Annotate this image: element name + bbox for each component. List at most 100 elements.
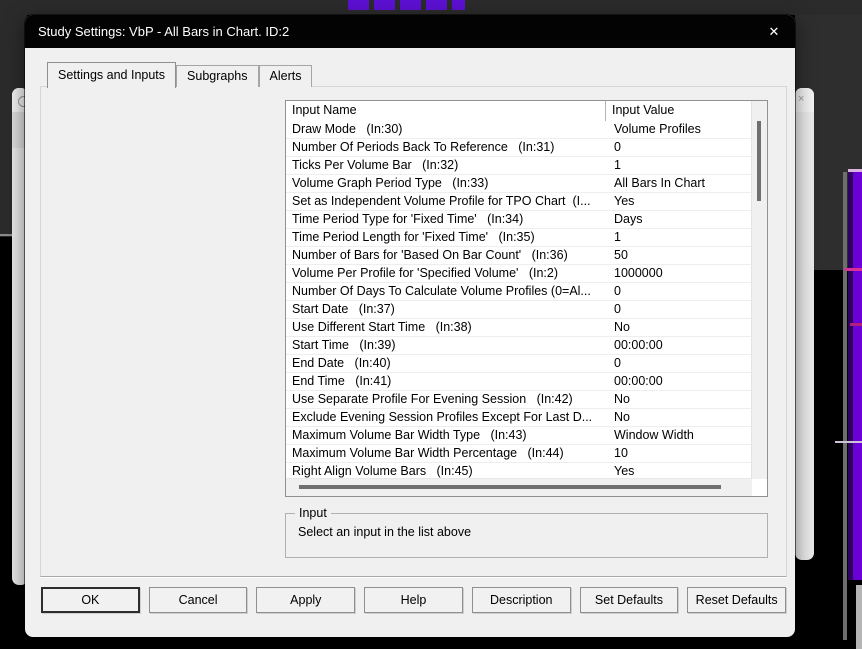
input-value-cell: Days	[614, 212, 643, 226]
table-row[interactable]: Ticks Per Volume Bar (In:32) 1	[286, 157, 752, 175]
table-row[interactable]: Volume Graph Period Type (In:33) All Bars…	[286, 175, 752, 193]
background-chart-bar-cap	[848, 169, 862, 172]
cancel-button[interactable]: Cancel	[148, 587, 248, 613]
input-value-cell: 10	[614, 446, 628, 460]
desktop-background: { "window": { "title": "Study Settings: …	[0, 0, 862, 649]
set-defaults-button[interactable]: Set Defaults	[579, 587, 679, 613]
input-name-cell: Volume Graph Period Type (In:33)	[292, 176, 489, 190]
table-row[interactable]: Number Of Periods Back To Reference (In:…	[286, 139, 752, 157]
input-name-cell: End Date (In:40)	[292, 356, 391, 370]
table-row[interactable]: Volume Per Profile for 'Specified Volume…	[286, 265, 752, 283]
input-value-cell: No	[614, 410, 630, 424]
input-value-cell: 00:00:00	[614, 374, 663, 388]
reset-defaults-button[interactable]: Reset Defaults	[687, 587, 787, 613]
description-button[interactable]: Description	[471, 587, 571, 613]
column-header-input-value[interactable]: Input Value	[606, 101, 767, 121]
purple-square	[426, 0, 447, 10]
dialog-button-row: OK Cancel Apply Help Description Set Defaults…	[41, 587, 787, 613]
table-row[interactable]: Use Different Start Time (In:38) No	[286, 319, 752, 337]
input-name-cell: Time Period Type for 'Fixed Time' (In:34…	[292, 212, 524, 226]
input-value-cell: Volume Profiles	[614, 122, 701, 136]
input-name-cell: Draw Mode (In:30)	[292, 122, 403, 136]
purple-square	[400, 0, 421, 10]
horizontal-scrollbar-thumb[interactable]	[299, 485, 721, 489]
tab-settings-and-inputs[interactable]: Settings and Inputs	[47, 62, 177, 88]
column-header-input-name[interactable]: Input Name	[286, 101, 606, 121]
close-button[interactable]: ✕	[753, 15, 795, 48]
input-name-cell: Use Separate Profile For Evening Session…	[292, 392, 573, 406]
input-name-cell: Ticks Per Volume Bar (In:32)	[292, 158, 459, 172]
purple-square	[452, 0, 465, 10]
table-row[interactable]: Maximum Volume Bar Width Type (In:43) Win…	[286, 427, 752, 445]
dialog-title: Study Settings: VbP - All Bars in Chart.…	[38, 24, 290, 39]
close-icon: ✕	[768, 23, 780, 39]
input-value-cell: 1000000	[614, 266, 663, 280]
background-chart-magenta-dash	[850, 323, 862, 326]
input-value-cell: No	[614, 392, 630, 406]
input-value-cell: Yes	[614, 194, 635, 208]
table-row[interactable]: Use Separate Profile For Evening Session…	[286, 391, 752, 409]
table-row[interactable]: Exclude Evening Session Profiles Except …	[286, 409, 752, 427]
background-purple-squares	[348, 0, 465, 10]
input-value-cell: Window Width	[614, 428, 694, 442]
background-chart-magenta-dash	[845, 268, 862, 271]
input-name-cell: End Time (In:41)	[292, 374, 392, 388]
input-groupbox-label: Input	[295, 506, 331, 520]
tab-alerts[interactable]: Alerts	[258, 65, 313, 87]
input-value-cell: 50	[614, 248, 628, 262]
input-name-cell: Maximum Volume Bar Width Type (In:43)	[292, 428, 527, 442]
inputs-table: Input Name Input Value Draw Mode (In:30)…	[285, 100, 768, 497]
input-value-cell: No	[614, 320, 630, 334]
background-close-icon: ×	[798, 93, 805, 105]
table-row[interactable]: Set as Independent Volume Profile for TP…	[286, 193, 752, 211]
input-value-cell: All Bars In Chart	[614, 176, 706, 190]
purple-square	[348, 0, 369, 10]
table-row[interactable]: End Date (In:40) 0	[286, 355, 752, 373]
input-name-cell: Time Period Length for 'Fixed Time' (In:…	[292, 230, 535, 244]
table-row[interactable]: Maximum Volume Bar Width Percentage (In:…	[286, 445, 752, 463]
input-name-cell: Number of Bars for 'Based On Bar Count' …	[292, 248, 568, 262]
input-value-cell: Yes	[614, 464, 635, 478]
dialog-title-bar[interactable]: Study Settings: VbP - All Bars in Chart.…	[25, 15, 795, 48]
table-row[interactable]: Draw Mode (In:30) Volume Profiles	[286, 121, 752, 139]
input-value-cell: 0	[614, 284, 621, 298]
input-name-cell: Exclude Evening Session Profiles Except …	[292, 410, 593, 424]
input-name-cell: Right Align Volume Bars (In:45)	[292, 464, 473, 478]
input-value-cell: 00:00:00	[614, 338, 663, 352]
input-value-cell: 1	[614, 230, 621, 244]
background-chart-purple-bar	[848, 172, 862, 580]
inputs-table-body: Draw Mode (In:30) Volume Profiles Number O…	[286, 121, 752, 479]
table-row[interactable]: Time Period Type for 'Fixed Time' (In:34…	[286, 211, 752, 229]
horizontal-scrollbar[interactable]	[286, 478, 752, 496]
inputs-table-header[interactable]: Input Name Input Value	[286, 101, 767, 122]
table-row[interactable]: Number Of Days To Calculate Volume Profi…	[286, 283, 752, 301]
input-value-cell: 0	[614, 356, 621, 370]
table-row[interactable]: Start Date (In:37) 0	[286, 301, 752, 319]
table-row[interactable]: Right Align Volume Bars (In:45) Yes	[286, 463, 752, 479]
background-window-right: ×	[795, 88, 814, 560]
apply-button[interactable]: Apply	[256, 587, 356, 613]
input-value-cell: 1	[614, 158, 621, 172]
input-name-cell: Maximum Volume Bar Width Percentage (In:…	[292, 446, 564, 460]
background-window-right-header: ×	[795, 88, 814, 112]
input-name-cell: Set as Independent Volume Profile for TP…	[292, 194, 591, 208]
table-row[interactable]: Time Period Length for 'Fixed Time' (In:…	[286, 229, 752, 247]
background-chart-line	[835, 441, 862, 443]
vertical-scrollbar-thumb[interactable]	[757, 121, 761, 201]
ok-button[interactable]: OK	[41, 587, 140, 613]
input-name-cell: Start Date (In:37)	[292, 302, 395, 316]
vertical-scrollbar[interactable]	[751, 101, 767, 479]
tab-bar: Settings and Inputs Subgraphs Alerts	[47, 61, 313, 88]
input-name-cell: Start Time (In:39)	[292, 338, 396, 352]
background-chart-gridline	[843, 172, 847, 640]
input-name-cell: Number Of Periods Back To Reference (In:…	[292, 140, 555, 154]
table-row[interactable]: End Time (In:41) 00:00:00	[286, 373, 752, 391]
table-row[interactable]: Number of Bars for 'Based On Bar Count' …	[286, 247, 752, 265]
tab-subgraphs[interactable]: Subgraphs	[176, 65, 259, 87]
help-button[interactable]: Help	[364, 587, 463, 613]
input-value-cell: 0	[614, 302, 621, 316]
input-groupbox: Input Select an input in the list above	[285, 506, 768, 558]
input-name-cell: Number Of Days To Calculate Volume Profi…	[292, 284, 591, 298]
input-value-cell: 0	[614, 140, 621, 154]
table-row[interactable]: Start Time (In:39) 00:00:00	[286, 337, 752, 355]
